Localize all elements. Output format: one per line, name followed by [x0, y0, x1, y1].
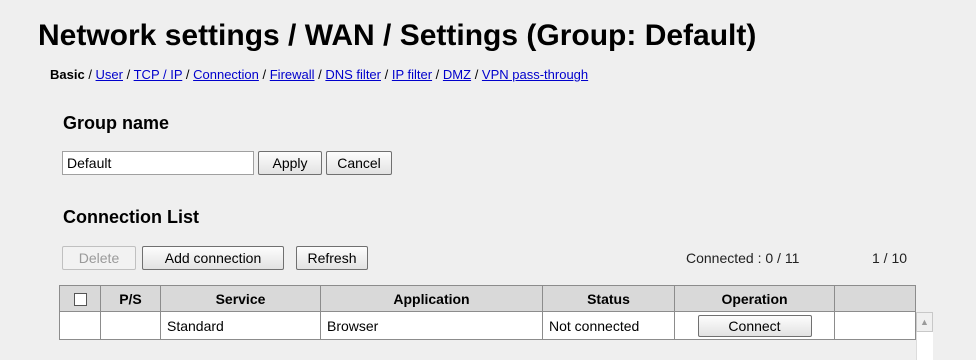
connection-list-heading: Connection List [63, 207, 199, 227]
breadcrumb-link-tcp-ip[interactable]: TCP / IP [134, 67, 183, 82]
page-title: Network settings / WAN / Settings (Group… [38, 19, 757, 52]
row-application-cell: Browser [320, 311, 543, 340]
column-header-operation: Operation [674, 285, 835, 312]
column-header-ps: P/S [100, 285, 161, 312]
delete-button: Delete [62, 246, 136, 270]
select-all-header[interactable] [59, 285, 101, 312]
breadcrumb-separator: / [314, 67, 326, 82]
breadcrumb-link-dns-filter[interactable]: DNS filter [325, 67, 381, 82]
breadcrumb-separator: / [258, 67, 270, 82]
breadcrumb-separator: / [84, 67, 96, 82]
page-indicator: 1 / 10 [872, 250, 908, 266]
column-header-service: Service [160, 285, 321, 312]
row-status-cell: Not connected [542, 311, 675, 340]
row-service-cell: Standard [160, 311, 321, 340]
group-name-input[interactable] [62, 151, 254, 175]
row-operation-cell: Connect [674, 311, 835, 340]
breadcrumb-separator: / [471, 67, 482, 82]
breadcrumb-link-ip-filter[interactable]: IP filter [392, 67, 432, 82]
breadcrumb-current: Basic [50, 67, 85, 82]
breadcrumb-link-connection[interactable]: Connection [193, 67, 259, 82]
row-ps-cell [100, 311, 161, 340]
scrollbar-track[interactable] [916, 332, 933, 360]
breadcrumb-separator: / [432, 67, 443, 82]
refresh-button[interactable]: Refresh [296, 246, 368, 270]
checkbox-icon[interactable] [73, 293, 87, 307]
breadcrumb-link-vpn-pass-through[interactable]: VPN pass-through [482, 67, 588, 82]
table-header-row: P/S Service Application Status Operation [59, 285, 916, 312]
row-select-cell [59, 311, 101, 340]
connected-count: Connected : 0 / 11 [686, 250, 800, 266]
breadcrumb-separator: / [381, 67, 392, 82]
connection-table: P/S Service Application Status Operation… [59, 285, 916, 340]
breadcrumb-link-firewall[interactable]: Firewall [270, 67, 315, 82]
breadcrumb-link-user[interactable]: User [96, 67, 123, 82]
apply-button[interactable]: Apply [258, 151, 322, 175]
breadcrumb-separator: / [123, 67, 134, 82]
table-row: Standard Browser Not connected Connect [59, 311, 916, 340]
add-connection-button[interactable]: Add connection [142, 246, 284, 270]
connect-button[interactable]: Connect [697, 314, 812, 337]
column-header-application: Application [320, 285, 543, 312]
breadcrumb-separator: / [182, 67, 194, 82]
column-header-blank [834, 285, 916, 312]
wan-settings-page: Network settings / WAN / Settings (Group… [0, 0, 976, 360]
row-blank-cell [834, 311, 916, 340]
breadcrumb: Basic / User / TCP / IP / Connection / F… [50, 67, 588, 83]
column-header-status: Status [542, 285, 675, 312]
scroll-up-arrow-icon[interactable]: ▲ [916, 312, 933, 332]
cancel-button[interactable]: Cancel [326, 151, 392, 175]
breadcrumb-link-dmz[interactable]: DMZ [443, 67, 471, 82]
group-name-heading: Group name [63, 113, 170, 133]
